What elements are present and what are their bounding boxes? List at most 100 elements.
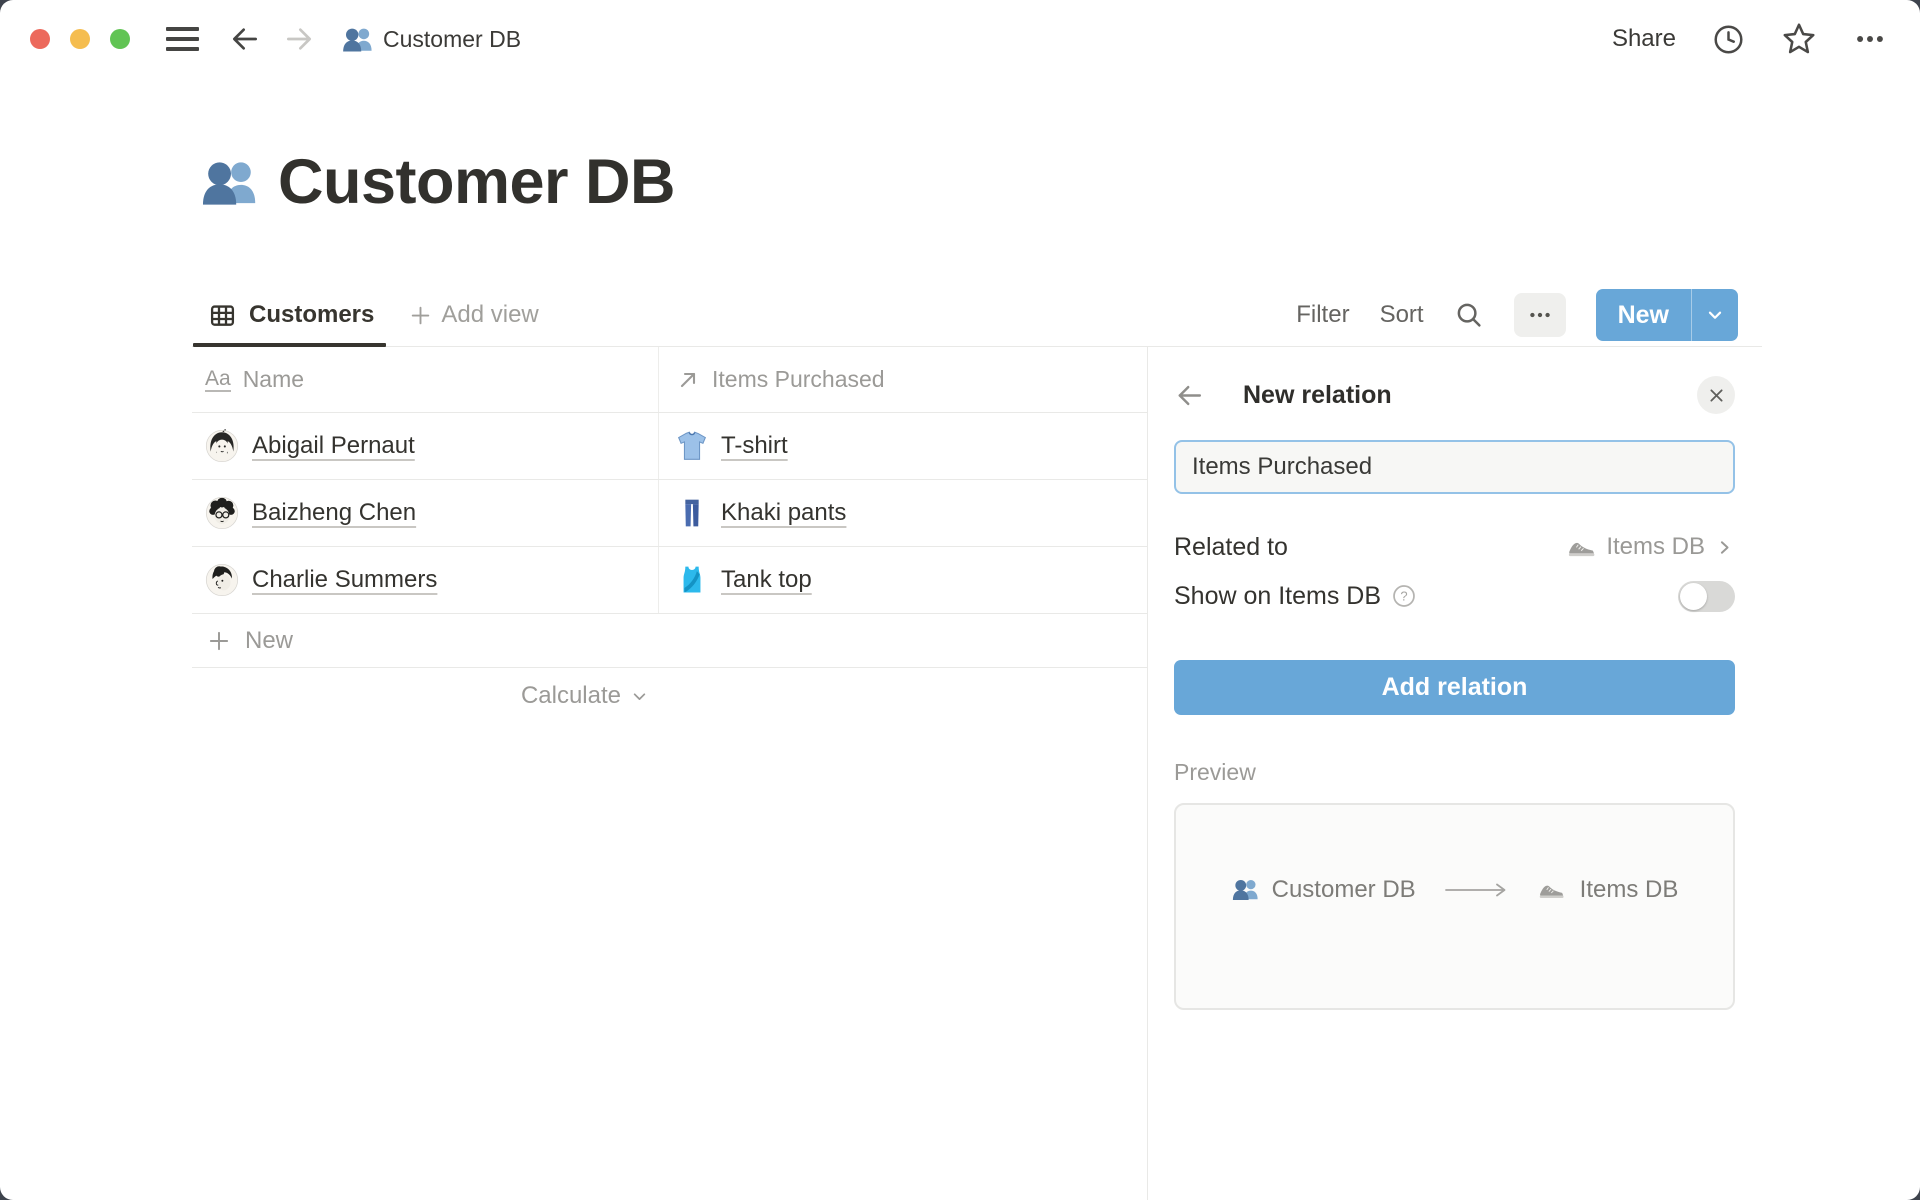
relation-link[interactable]: T-shirt — [721, 432, 788, 460]
related-to-select[interactable]: Items DB — [1567, 533, 1735, 561]
preview-label: Preview — [1174, 759, 1735, 786]
new-record-button[interactable]: New — [1596, 289, 1691, 341]
avatar-baizheng-icon — [205, 496, 239, 530]
items-cell: T-shirt — [658, 413, 1147, 479]
show-on-toggle[interactable] — [1678, 581, 1735, 612]
toggle-knob — [1680, 583, 1707, 610]
t-shirt-icon — [676, 430, 708, 462]
page-title: Customer DB — [278, 146, 675, 218]
page-busts-in-silhouette-icon[interactable] — [199, 154, 256, 211]
table-view-icon — [208, 301, 237, 330]
new-row-button[interactable]: New — [192, 614, 1147, 668]
filter-button[interactable]: Filter — [1296, 301, 1349, 329]
preview-content: Customer DB Items DB — [1231, 876, 1679, 904]
views-toolbar-row: Customers Add view Filter Sort New — [192, 284, 1762, 347]
page-title-block: Customer DB — [199, 146, 675, 218]
preview-box: Customer DB Items DB — [1174, 803, 1735, 1010]
column-header-items-purchased[interactable]: Items Purchased — [658, 347, 1147, 412]
chevron-down-icon — [629, 686, 650, 707]
desktop: Customer DB Share Customer DB — [0, 0, 1920, 1200]
page-link[interactable]: Baizheng Chen — [252, 499, 416, 527]
relation-name-input[interactable] — [1176, 453, 1733, 481]
panel-close-button[interactable] — [1697, 376, 1735, 414]
column-header-name[interactable]: Aa Name — [192, 347, 658, 412]
table-row: Baizheng Chen Khaki pants — [192, 480, 1147, 547]
panel-title: New relation — [1243, 381, 1392, 410]
breadcrumb-title: Customer DB — [383, 26, 521, 53]
items-cell: Tank top — [658, 547, 1147, 613]
add-relation-button[interactable]: Add relation — [1174, 660, 1735, 715]
avatar-abigail-icon — [205, 429, 239, 463]
sort-button[interactable]: Sort — [1380, 301, 1424, 329]
chevron-right-icon — [1714, 537, 1735, 558]
close-window-button[interactable] — [30, 29, 50, 49]
minimize-window-button[interactable] — [70, 29, 90, 49]
page-link[interactable]: Charlie Summers — [252, 566, 437, 594]
add-view-label: Add view — [441, 301, 538, 329]
window-titlebar: Customer DB Share — [0, 0, 1920, 78]
svg-text:?: ? — [1400, 588, 1407, 603]
avatar-charlie-icon — [205, 563, 239, 597]
close-icon — [1707, 386, 1726, 405]
zoom-window-button[interactable] — [110, 29, 130, 49]
busts-in-silhouette-icon — [1231, 876, 1258, 903]
preview-target-label: Items DB — [1580, 876, 1679, 904]
table-header-row: Aa Name Items Purchased — [192, 347, 1147, 413]
relation-arrow-icon — [676, 368, 700, 392]
preview-source-label: Customer DB — [1272, 876, 1416, 904]
new-record-split-button: New — [1596, 289, 1738, 341]
view-options-icon[interactable] — [1514, 293, 1566, 337]
tank-top-icon — [676, 564, 708, 596]
share-button[interactable]: Share — [1612, 25, 1676, 53]
tab-customers-label: Customers — [249, 301, 374, 329]
name-cell: Abigail Pernaut — [192, 413, 658, 479]
relation-direction-arrow-icon — [1444, 881, 1510, 899]
text-property-icon: Aa — [205, 368, 231, 392]
tab-customers[interactable]: Customers — [192, 284, 392, 346]
back-arrow-icon[interactable] — [229, 23, 261, 55]
jeans-icon — [676, 497, 708, 529]
add-view-button[interactable]: Add view — [408, 301, 538, 329]
name-cell: Baizheng Chen — [192, 480, 658, 546]
related-to-label: Related to — [1174, 533, 1288, 562]
items-cell: Khaki pants — [658, 480, 1147, 546]
calculate-label: Calculate — [521, 682, 621, 710]
busts-in-silhouette-icon — [341, 24, 372, 55]
traffic-lights — [30, 29, 130, 49]
app-window: Customer DB Share Customer DB — [0, 0, 1920, 1200]
name-cell: Charlie Summers — [192, 547, 658, 613]
sidebar-menu-icon[interactable] — [166, 27, 199, 51]
table-row: Charlie Summers Tank top — [192, 547, 1147, 614]
favorite-star-icon[interactable] — [1781, 21, 1817, 57]
customers-table: Aa Name Items Purchased Abigail Pernaut — [192, 347, 1147, 724]
view-toolbar: Filter Sort New — [1296, 289, 1762, 341]
history-nav — [229, 23, 315, 55]
show-on-label: Show on Items DB — [1174, 582, 1381, 611]
titlebar-actions: Share — [1612, 21, 1887, 57]
plus-icon — [206, 628, 232, 654]
help-question-icon[interactable]: ? — [1391, 583, 1417, 609]
breadcrumb[interactable]: Customer DB — [341, 24, 521, 55]
items-column-label: Items Purchased — [712, 366, 885, 393]
running-shoe-icon — [1538, 879, 1566, 900]
panel-back-arrow-icon[interactable] — [1174, 380, 1205, 411]
name-column-label: Name — [243, 366, 304, 393]
panel-header: New relation — [1174, 371, 1735, 419]
relation-link[interactable]: Tank top — [721, 566, 812, 594]
calculate-button[interactable]: Calculate — [192, 668, 658, 724]
updates-clock-icon[interactable] — [1712, 23, 1745, 56]
relation-name-field-wrap — [1174, 440, 1735, 494]
running-shoe-icon — [1567, 536, 1597, 558]
more-options-icon[interactable] — [1853, 22, 1887, 56]
new-record-dropdown-button[interactable] — [1692, 289, 1738, 341]
add-relation-label: Add relation — [1382, 673, 1528, 702]
related-to-row: Related to Items DB — [1174, 523, 1735, 571]
page-link[interactable]: Abigail Pernaut — [252, 432, 415, 460]
forward-arrow-icon[interactable] — [283, 23, 315, 55]
relation-link[interactable]: Khaki pants — [721, 499, 846, 527]
show-on-row: Show on Items DB ? — [1174, 572, 1735, 620]
related-to-value: Items DB — [1606, 533, 1705, 561]
new-relation-panel: New relation Related to Items DB Show on… — [1147, 347, 1920, 1200]
plus-icon — [408, 303, 433, 328]
search-icon[interactable] — [1454, 300, 1484, 330]
